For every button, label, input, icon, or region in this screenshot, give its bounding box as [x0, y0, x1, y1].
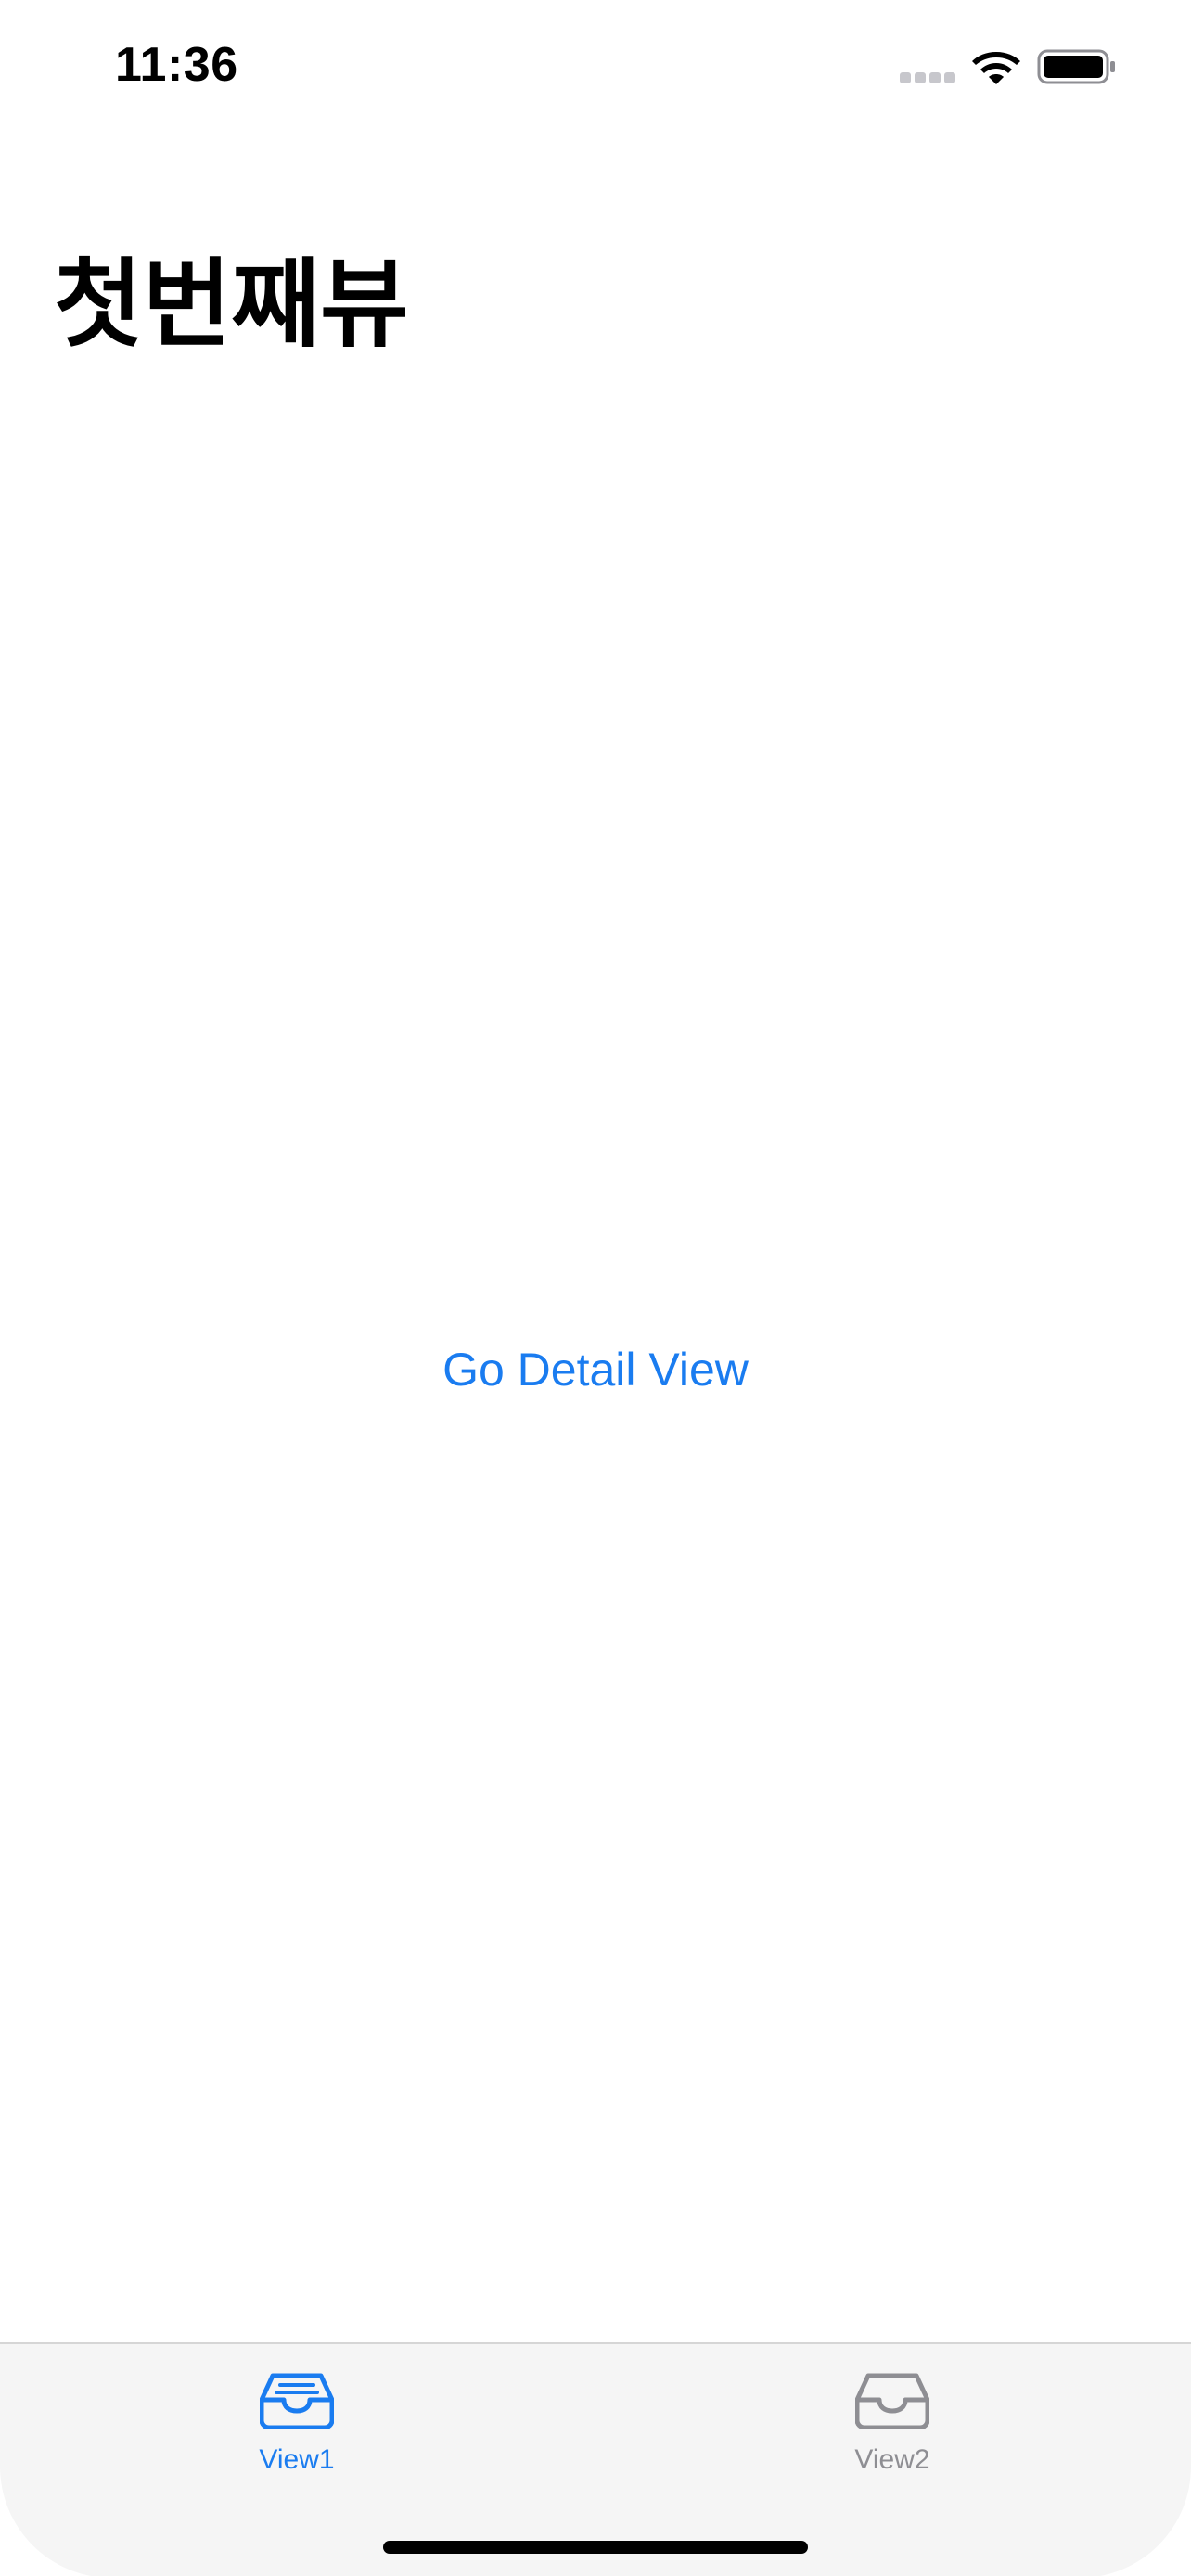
tab-view2[interactable]: View2	[781, 2344, 1004, 2493]
home-indicator[interactable]	[383, 2541, 808, 2554]
tray-icon	[855, 2373, 929, 2429]
tab-view1[interactable]: View1	[186, 2344, 408, 2493]
battery-icon	[1037, 49, 1115, 84]
go-detail-view-button[interactable]: Go Detail View	[0, 1343, 1191, 1396]
tab-bar: View1 View2	[0, 2342, 1191, 2576]
status-bar: 11:36	[0, 0, 1191, 139]
tab-label-view1: View1	[259, 2444, 335, 2475]
app-screen: 11:36 첫번째뷰 Go Detail View View1 View2	[0, 0, 1191, 2576]
status-time: 11:36	[115, 38, 238, 92]
tab-label-view2: View2	[854, 2444, 930, 2475]
cellular-signal-icon	[900, 72, 955, 83]
wifi-icon	[972, 52, 1020, 84]
tray-icon	[260, 2373, 334, 2429]
page-title: 첫번째뷰	[54, 248, 409, 361]
